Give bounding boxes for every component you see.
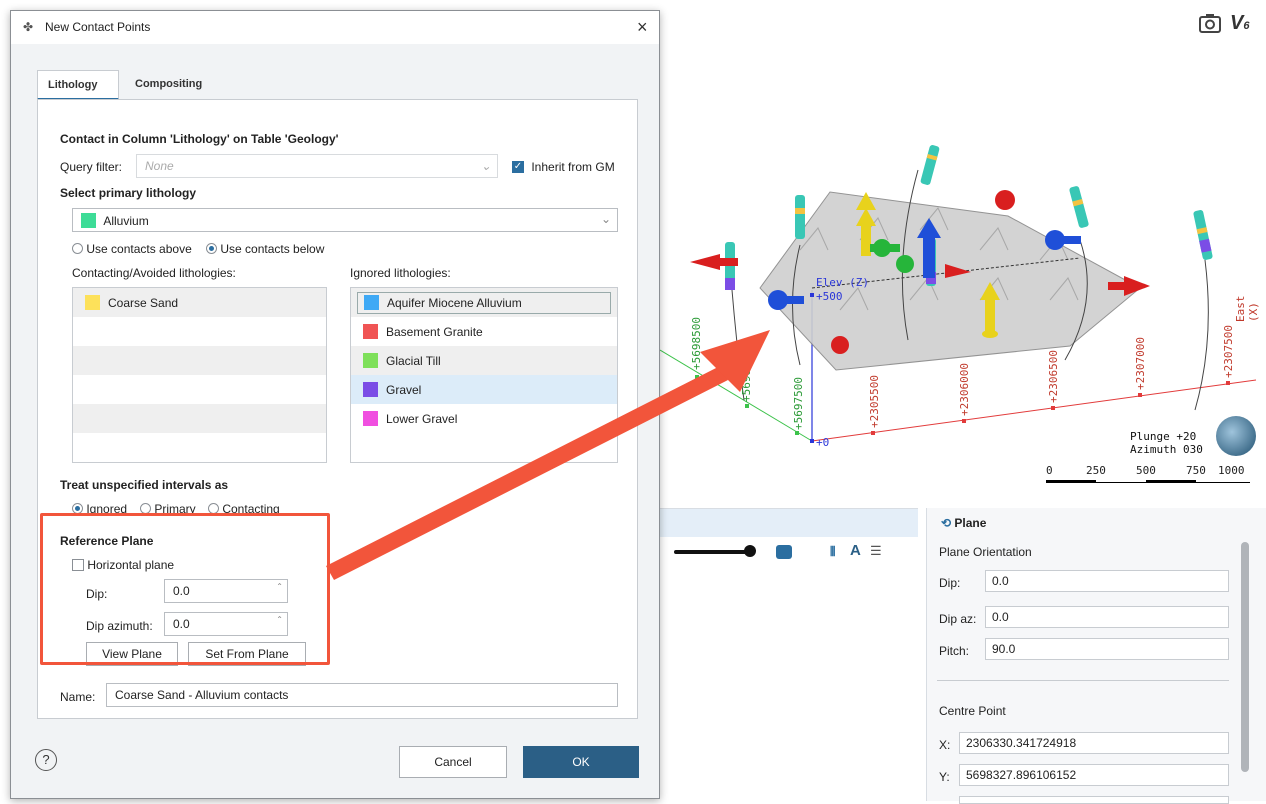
callout-arrow <box>326 330 770 580</box>
